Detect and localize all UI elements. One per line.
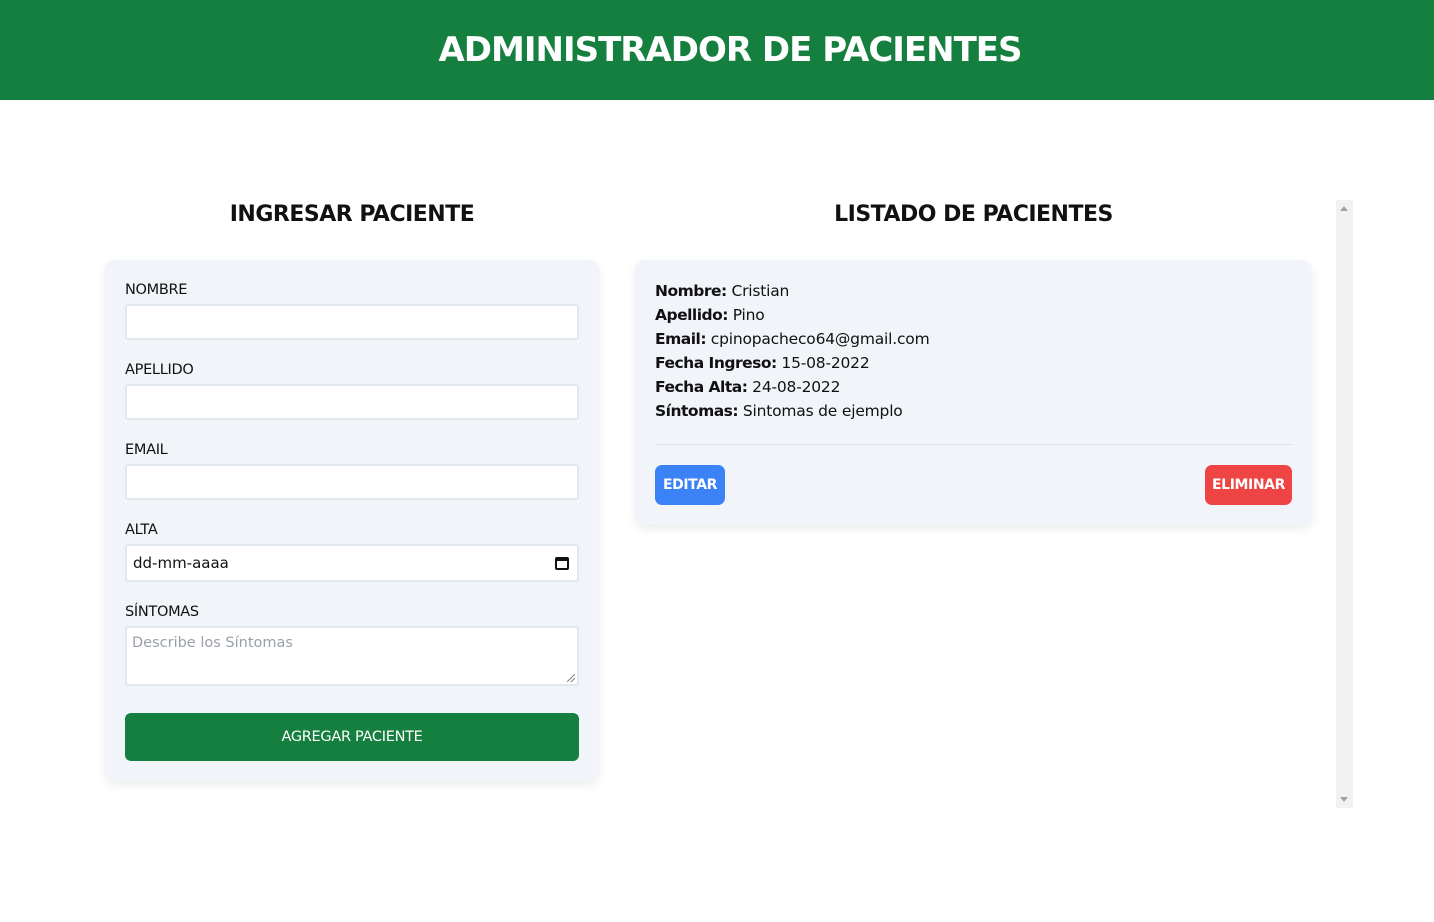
patient-apellido: Apellido: Pino [655,306,765,324]
sintomas-label: SÍNTOMAS [125,604,199,620]
nombre-input[interactable] [125,304,579,340]
resize-grip-icon[interactable] [567,674,575,682]
scroll-up-arrow-icon[interactable] [1340,206,1348,211]
list-scrollbar[interactable] [1336,200,1353,808]
alta-date-input[interactable]: dd-mm-aaaa [125,544,579,582]
alta-date-value: dd-mm-aaaa [133,554,229,572]
apellido-field-label: Apellido: [655,306,729,324]
sintomas-value: Sintomas de ejemplo [742,402,903,420]
card-divider [655,444,1292,445]
ingreso-field-label: Fecha Ingreso: [655,354,777,372]
nombre-value: Cristian [731,282,790,300]
sintomas-placeholder: Describe los Síntomas [132,635,293,651]
sintomas-textarea[interactable]: Describe los Síntomas [125,626,579,686]
app-header: ADMINISTRADOR DE PACIENTES [0,0,1434,100]
app-title: ADMINISTRADOR DE PACIENTES [438,30,1022,70]
nombre-field-label: Nombre: [655,282,727,300]
email-input[interactable] [125,464,579,500]
editar-button[interactable]: EDITAR [655,465,725,505]
email-label: EMAIL [125,442,168,458]
patient-card: Nombre: Cristian Apellido: Pino Email: c… [635,260,1312,525]
patient-nombre: Nombre: Cristian [655,282,789,300]
alta-label: ALTA [125,522,158,538]
list-title: LISTADO DE PACIENTES [834,202,1113,227]
sintomas-field-label: Síntomas: [655,402,739,420]
alta-value: 24-08-2022 [752,378,841,396]
email-value: cpinopacheco64@gmail.com [710,330,930,348]
calendar-icon[interactable] [555,556,569,570]
nombre-label: NOMBRE [125,282,188,298]
apellido-label: APELLIDO [125,362,194,378]
email-field-label: Email: [655,330,707,348]
form-title: INGRESAR PACIENTE [229,202,475,227]
apellido-value: Pino [732,306,765,324]
eliminar-button[interactable]: ELIMINAR [1205,465,1292,505]
apellido-input[interactable] [125,384,579,420]
agregar-paciente-button[interactable]: AGREGAR PACIENTE [125,713,579,761]
patient-email: Email: cpinopacheco64@gmail.com [655,330,930,348]
ingreso-value: 15-08-2022 [781,354,870,372]
scroll-down-arrow-icon[interactable] [1340,797,1348,802]
patient-sintomas: Síntomas: Sintomas de ejemplo [655,402,903,420]
patient-fecha-alta: Fecha Alta: 24-08-2022 [655,378,840,396]
alta-field-label: Fecha Alta: [655,378,748,396]
patient-form: NOMBRE APELLIDO EMAIL ALTA dd-mm-aaaa SÍ… [105,260,599,781]
patient-fecha-ingreso: Fecha Ingreso: 15-08-2022 [655,354,870,372]
